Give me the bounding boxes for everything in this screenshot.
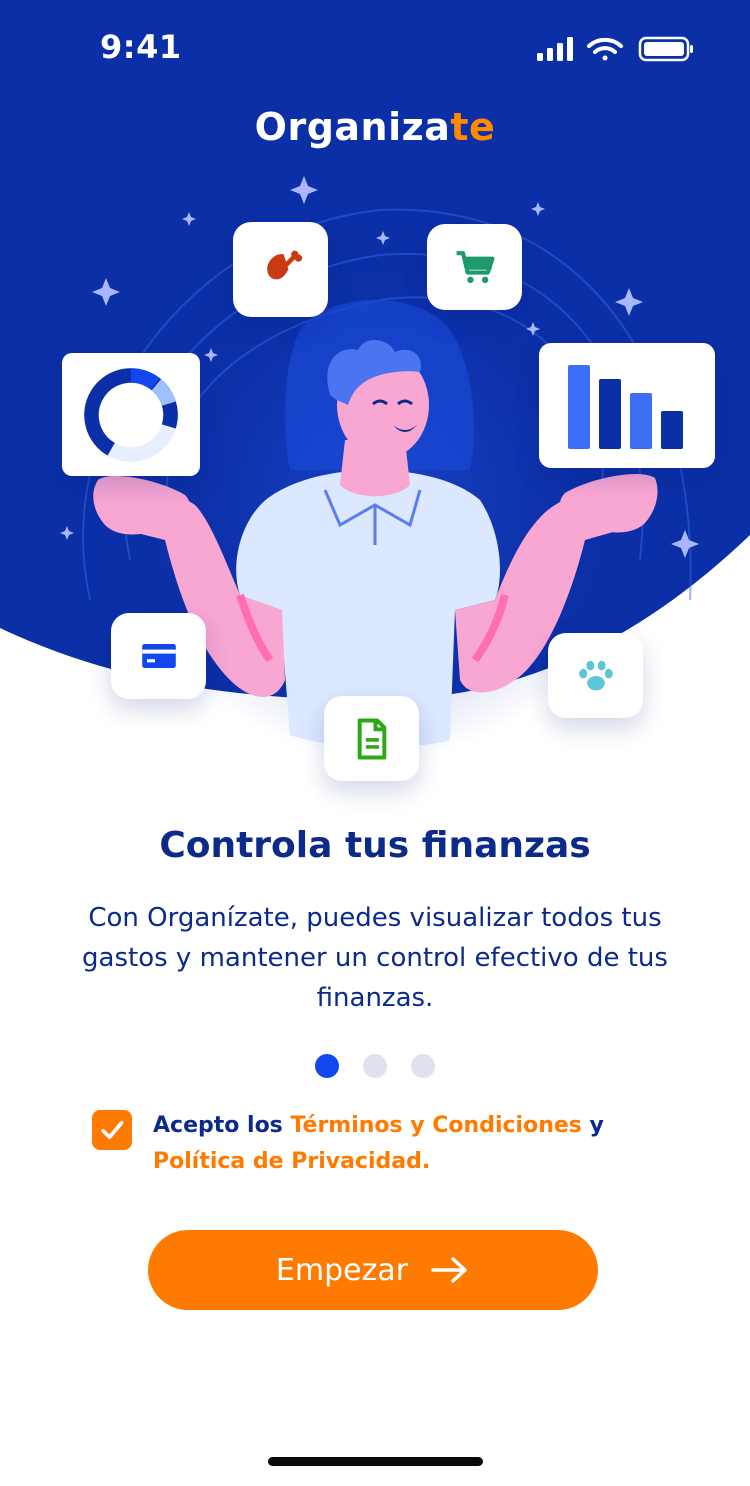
shopping-category-card [427,224,522,310]
paw-icon [578,660,613,690]
drumstick-icon [266,250,302,279]
document-icon [357,718,386,759]
pagination-dot-1[interactable] [315,1054,339,1078]
pagination-dots [0,1054,750,1078]
status-time: 9:41 [100,28,182,66]
pet-category-card [548,633,643,718]
donut-chart-card [62,353,200,476]
app-title-accent: te [450,105,496,149]
bar-chart-card [539,343,715,468]
onboarding-description: Con Organízate, puedes visualizar todos … [82,903,668,1013]
battery-icon [638,36,693,62]
food-category-card [233,222,328,317]
status-icons [537,36,693,62]
wifi-icon [587,37,623,61]
terms-checkbox[interactable] [92,1110,132,1150]
privacy-policy-link[interactable]: Política de Privacidad. [153,1149,430,1174]
card-payment-category-card [111,613,206,699]
terms-prefix: Acepto los [153,1113,291,1138]
status-bar: 9:41 [0,0,750,100]
start-button-label: Empezar [275,1252,409,1288]
terms-conditions-link[interactable]: Términos y Condiciones [290,1113,581,1138]
app-title-main: Organiza [254,105,451,149]
home-indicator [268,1457,483,1466]
pagination-dot-2[interactable] [363,1054,387,1078]
terms-text: Acepto los Términos y Condiciones y Polí… [153,1108,673,1180]
pagination-dot-3[interactable] [411,1054,435,1078]
document-category-card [324,696,419,781]
donut-chart-icon [84,367,178,462]
cellular-signal-icon [537,37,573,61]
shopping-cart-icon [456,251,495,284]
arrow-right-icon [431,1257,467,1283]
app-title: Organizate [0,105,750,149]
bar-chart-icon [568,364,683,449]
start-button[interactable]: Empezar [148,1230,598,1310]
onboarding-headline: Controla tus finanzas [159,825,591,866]
checkmark-icon [101,1121,124,1139]
credit-card-icon [141,644,176,668]
terms-conjunction: y [581,1113,604,1138]
